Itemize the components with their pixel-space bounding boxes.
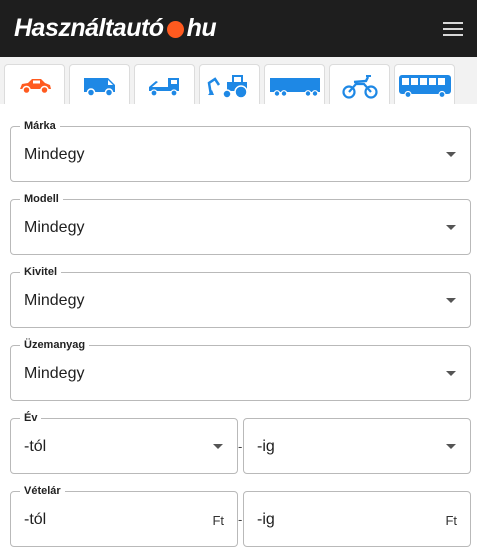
search-form: Márka Mindegy Modell Mindegy Kivitel Min… bbox=[0, 104, 477, 551]
body-type-value: Mindegy bbox=[24, 292, 85, 309]
dropdown-arrow-icon bbox=[446, 152, 456, 157]
logo-text-right: hu bbox=[186, 13, 217, 42]
fuel-type-value: Mindegy bbox=[24, 365, 85, 382]
year-to-value: -ig bbox=[257, 438, 275, 455]
brand-label: Márka bbox=[20, 118, 60, 134]
body-type-label: Kivitel bbox=[20, 264, 62, 280]
site-logo[interactable]: Használtautó hu bbox=[14, 12, 217, 44]
body-type-select[interactable]: Kivitel Mindegy bbox=[10, 264, 471, 328]
top-bar: Használtautó hu bbox=[0, 0, 477, 57]
model-value: Mindegy bbox=[24, 219, 85, 236]
tab-trailer-truck[interactable] bbox=[264, 64, 325, 106]
menu-line bbox=[443, 28, 463, 30]
dropdown-arrow-icon bbox=[446, 225, 456, 230]
logo-dot bbox=[166, 20, 184, 38]
price-label: Vételár bbox=[20, 483, 65, 499]
tow-truck-icon bbox=[148, 77, 179, 97]
fuel-type-label: Üzemanyag bbox=[20, 337, 90, 353]
dropdown-arrow-icon bbox=[446, 371, 456, 376]
menu-line bbox=[443, 22, 463, 24]
tractor-icon bbox=[207, 74, 248, 99]
dropdown-arrow-icon bbox=[213, 444, 223, 449]
trailer-truck-icon bbox=[269, 77, 320, 97]
price-from-input[interactable]: Vételár -tól Ft bbox=[10, 483, 238, 547]
price-to-input[interactable]: -ig Ft bbox=[243, 491, 471, 547]
menu-line bbox=[443, 34, 463, 36]
year-to-select[interactable]: -ig bbox=[243, 418, 471, 474]
brand-value: Mindegy bbox=[24, 146, 85, 163]
logo-text-left: Használtautó bbox=[14, 13, 164, 42]
hamburger-menu-icon[interactable] bbox=[443, 18, 467, 40]
price-from-unit: Ft bbox=[212, 513, 224, 528]
year-from-select[interactable]: Év -tól bbox=[10, 410, 238, 474]
motorcycle-icon bbox=[341, 74, 378, 99]
tab-van[interactable] bbox=[69, 64, 130, 106]
vehicle-type-tabs bbox=[0, 57, 477, 106]
dropdown-arrow-icon bbox=[446, 444, 456, 449]
year-label: Év bbox=[20, 410, 42, 426]
year-from-value: -tól bbox=[24, 438, 47, 455]
tab-tractor[interactable] bbox=[199, 64, 260, 106]
brand-select[interactable]: Márka Mindegy bbox=[10, 118, 471, 182]
tab-car[interactable] bbox=[4, 64, 65, 106]
tab-bus[interactable] bbox=[394, 64, 455, 106]
price-from-placeholder: -tól bbox=[24, 511, 47, 528]
year-range-separator: - bbox=[238, 439, 243, 454]
van-icon bbox=[83, 77, 115, 97]
price-to-placeholder: -ig bbox=[257, 511, 275, 528]
fuel-type-select[interactable]: Üzemanyag Mindegy bbox=[10, 337, 471, 401]
car-icon bbox=[19, 78, 51, 94]
tab-tow-truck[interactable] bbox=[134, 64, 195, 106]
dropdown-arrow-icon bbox=[446, 298, 456, 303]
tab-motorcycle[interactable] bbox=[329, 64, 390, 106]
price-to-unit: Ft bbox=[445, 513, 457, 528]
model-label: Modell bbox=[20, 191, 63, 207]
model-select[interactable]: Modell Mindegy bbox=[10, 191, 471, 255]
bus-icon bbox=[398, 74, 451, 98]
price-range-separator: - bbox=[238, 512, 243, 527]
